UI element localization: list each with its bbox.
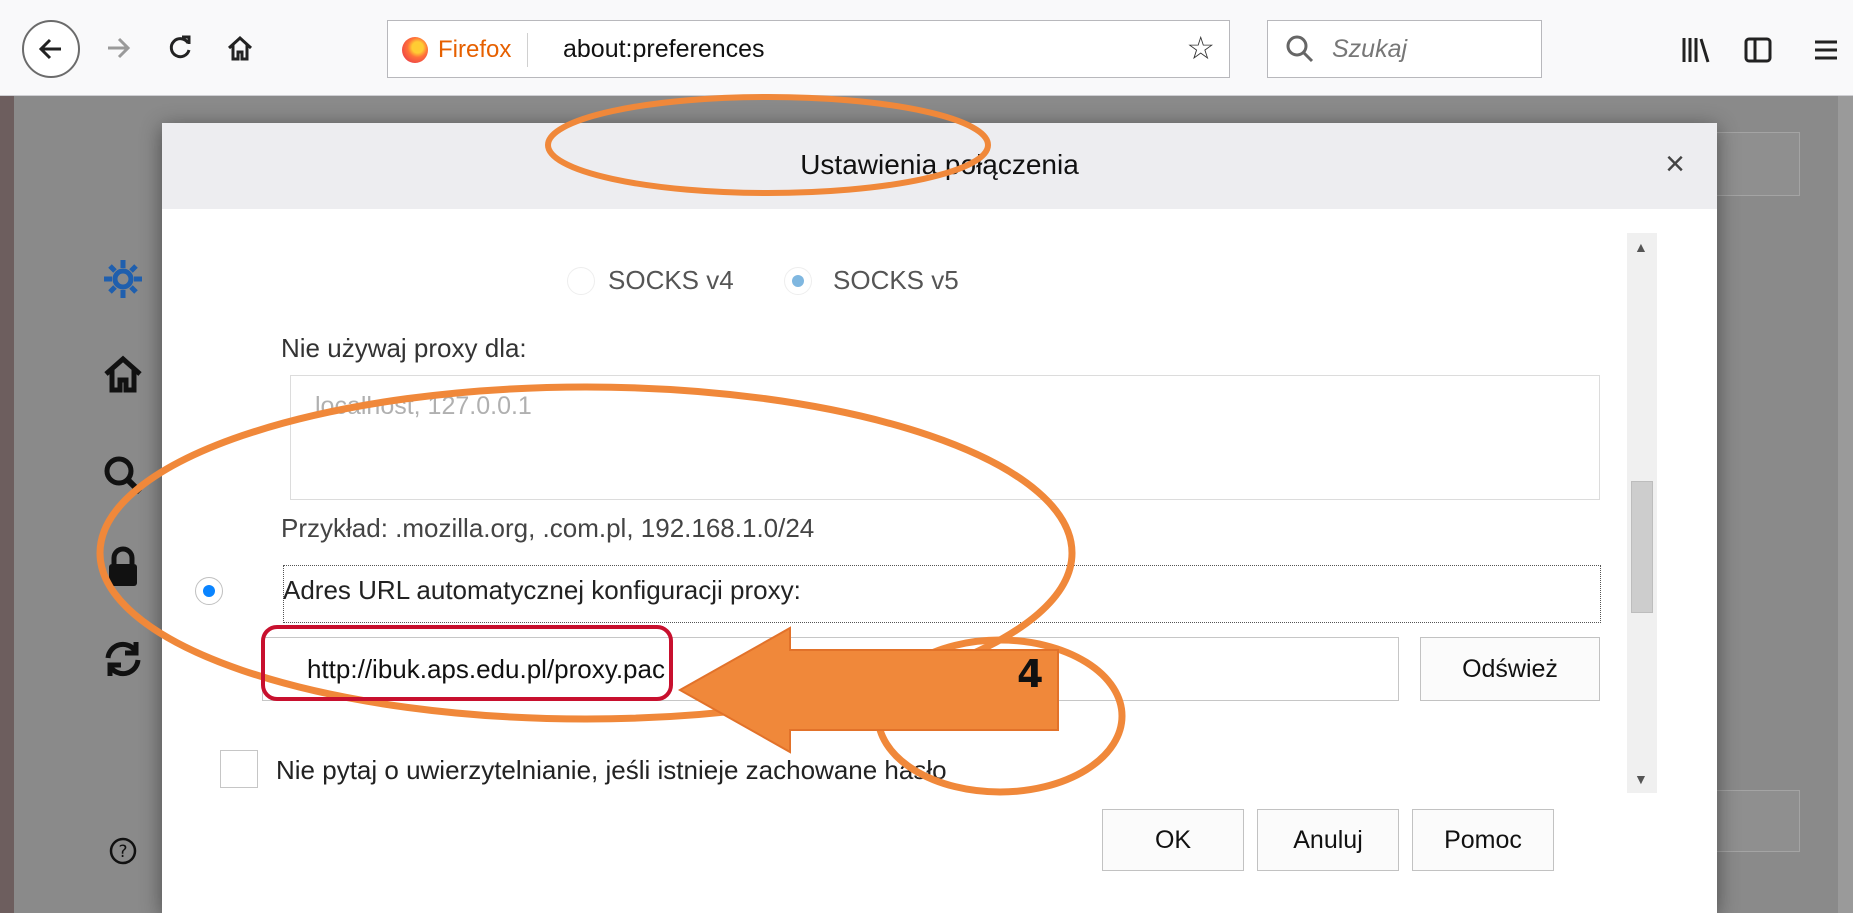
scrollbar-thumb[interactable] <box>1631 481 1653 613</box>
lock-icon <box>109 546 137 586</box>
sync-settings-icon[interactable] <box>100 636 146 682</box>
firefox-logo-icon <box>402 37 428 63</box>
dialog-scrollbar[interactable]: ▲ ▼ <box>1627 233 1657 793</box>
search-settings-icon[interactable] <box>100 452 146 498</box>
reload-icon <box>169 35 191 59</box>
general-settings-icon[interactable] <box>100 256 146 302</box>
home-icon <box>104 355 142 393</box>
search-icon <box>104 456 143 495</box>
help-button[interactable]: Pomoc <box>1412 809 1554 871</box>
home-button[interactable] <box>220 28 260 68</box>
forward-arrow-icon <box>108 37 131 59</box>
cancel-button[interactable]: Anuluj <box>1257 809 1399 871</box>
no-proxy-textarea[interactable]: localhost, 127.0.0.1 <box>290 375 1600 500</box>
forward-button[interactable] <box>98 28 138 68</box>
no-auth-prompt-label[interactable]: Nie pytaj o uwierzytelnianie, jeśli istn… <box>276 755 947 786</box>
help-link[interactable]: ? <box>106 834 140 868</box>
ok-button[interactable]: OK <box>1102 809 1244 871</box>
page-scrollbar[interactable] <box>1838 96 1853 913</box>
auto-config-radio[interactable] <box>195 577 223 605</box>
identity-label: Firefox <box>438 36 512 63</box>
socks-v4-label: SOCKS v4 <box>608 265 734 295</box>
reload-button[interactable] <box>160 28 200 68</box>
library-icon <box>1682 38 1710 63</box>
home-icon <box>227 35 253 61</box>
no-proxy-example: Przykład: .mozilla.org, .com.pl, 192.168… <box>281 513 815 543</box>
auto-config-label[interactable]: Adres URL automatycznej konfiguracji pro… <box>283 575 801 606</box>
no-proxy-value: localhost, 127.0.0.1 <box>315 392 532 420</box>
sync-icon <box>105 641 141 677</box>
connection-settings-dialog: Ustawienia połączenia × SOCKS v4 SOCKS v… <box>162 123 1717 913</box>
menu-button[interactable] <box>1806 30 1846 70</box>
background-field <box>1716 132 1800 196</box>
help-icon: ? <box>109 837 137 865</box>
home-settings-icon[interactable] <box>100 351 146 397</box>
scroll-down-icon[interactable]: ▼ <box>1634 771 1648 787</box>
bookmark-star-icon[interactable]: ☆ <box>1186 29 1215 67</box>
url-bar[interactable]: Firefox about:preferences ☆ <box>387 20 1230 78</box>
scroll-up-icon[interactable]: ▲ <box>1634 239 1648 255</box>
pac-url-value: http://ibuk.aps.edu.pl/proxy.pac <box>307 654 665 684</box>
dialog-header: Ustawienia połączenia × <box>162 123 1717 209</box>
window-edge <box>0 96 14 913</box>
sidebar-toggle-button[interactable] <box>1738 30 1778 70</box>
close-icon[interactable]: × <box>1665 145 1685 184</box>
refresh-button[interactable]: Odśwież <box>1420 637 1600 701</box>
socks-v4-radio[interactable] <box>567 267 595 295</box>
background-button <box>1716 790 1800 852</box>
dialog-title: Ustawienia połączenia <box>800 149 1079 180</box>
back-arrow-icon <box>38 38 61 60</box>
socks-v5-radio[interactable] <box>784 267 812 295</box>
sidebar-icon <box>1744 37 1772 63</box>
no-auth-prompt-checkbox[interactable] <box>220 750 258 788</box>
hamburger-menu-icon <box>1815 40 1837 60</box>
url-text[interactable]: about:preferences <box>563 35 765 64</box>
search-icon <box>1286 35 1314 63</box>
gear-icon <box>104 260 142 298</box>
library-button[interactable] <box>1676 30 1716 70</box>
privacy-settings-icon[interactable] <box>100 544 146 590</box>
step-number-label: 4 <box>1017 652 1044 696</box>
no-proxy-label: Nie używaj proxy dla: <box>281 333 527 363</box>
search-placeholder: Szukaj <box>1332 35 1408 63</box>
socks-v5-label: SOCKS v5 <box>833 265 959 295</box>
back-button[interactable] <box>22 20 80 78</box>
browser-toolbar: Firefox about:preferences ☆ Szukaj <box>0 0 1853 96</box>
pac-url-input[interactable]: http://ibuk.aps.edu.pl/proxy.pac <box>262 637 1399 701</box>
site-identity[interactable]: Firefox <box>402 33 529 67</box>
search-bar[interactable]: Szukaj <box>1267 20 1542 78</box>
svg-text:?: ? <box>118 842 127 862</box>
